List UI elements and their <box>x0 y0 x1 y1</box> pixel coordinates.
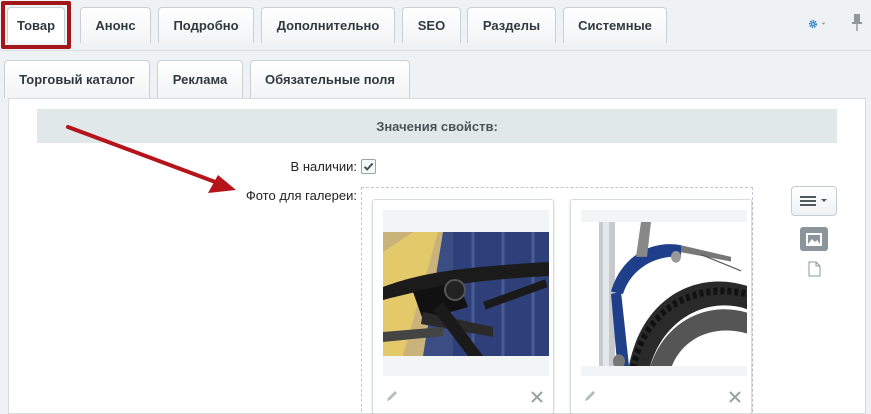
image-frame <box>581 210 747 376</box>
tab-label: Разделы <box>482 18 541 33</box>
image-view-icon <box>806 232 822 246</box>
section-header: Значения свойств: <box>37 109 837 143</box>
tab-razdely[interactable]: Разделы <box>467 7 556 43</box>
gallery-label: Фото для галереи: <box>245 188 357 203</box>
in-stock-label: В наличии: <box>290 159 357 174</box>
tab-torgovyi-katalog[interactable]: Торговый каталог <box>4 60 150 98</box>
pin-icon[interactable] <box>850 13 864 33</box>
subtab-label: Реклама <box>172 72 228 87</box>
tab-obyazatelnye-polya[interactable]: Обязательные поля <box>250 60 410 98</box>
pencil-icon[interactable] <box>583 389 597 403</box>
file-view-icon[interactable] <box>808 261 821 277</box>
tab-label: SEO <box>417 18 446 33</box>
subtab-label: Обязательные поля <box>264 72 396 87</box>
gallery-dropzone[interactable] <box>361 187 753 414</box>
tab-content: Значения свойств: В наличии: Фото для га… <box>8 98 866 414</box>
checkmark-icon <box>363 162 374 171</box>
tab-reklama[interactable]: Реклама <box>157 60 243 98</box>
chevron-down-icon <box>821 22 826 25</box>
tab-label: Подробно <box>173 18 239 33</box>
image-view-button[interactable] <box>800 227 828 251</box>
tab-sistemnye[interactable]: Системные <box>563 7 667 43</box>
in-stock-checkbox[interactable] <box>361 159 376 174</box>
chevron-down-icon <box>821 199 827 202</box>
section-title: Значения свойств: <box>376 118 498 134</box>
tab-label: Системные <box>578 18 652 33</box>
gallery-photo[interactable] <box>383 232 549 356</box>
tab-dopolnitelno[interactable]: Дополнительно <box>261 7 395 43</box>
view-menu-button[interactable] <box>791 186 837 216</box>
gallery-item <box>570 199 752 414</box>
gallery-photo[interactable] <box>581 222 747 366</box>
menu-icon <box>800 196 816 206</box>
gallery-item <box>372 199 554 414</box>
tab-podrobno[interactable]: Подробно <box>158 7 254 43</box>
settings-button[interactable] <box>808 15 826 33</box>
tab-label: Анонс <box>95 18 136 33</box>
sub-tabs: Торговый каталог Реклама Обязательные по… <box>0 50 871 98</box>
pencil-icon[interactable] <box>385 389 399 403</box>
main-tabs: Товар Анонс Подробно Дополнительно SEO Р… <box>0 0 871 50</box>
image-frame <box>383 210 549 376</box>
tab-seo[interactable]: SEO <box>402 7 461 43</box>
subtab-label: Торговый каталог <box>19 72 135 87</box>
close-icon[interactable] <box>531 391 543 403</box>
tab-anons[interactable]: Анонс <box>80 7 151 43</box>
gear-icon <box>808 19 818 29</box>
highlight-frame <box>1 1 71 49</box>
close-icon[interactable] <box>729 391 741 403</box>
tab-label: Дополнительно <box>276 18 380 33</box>
